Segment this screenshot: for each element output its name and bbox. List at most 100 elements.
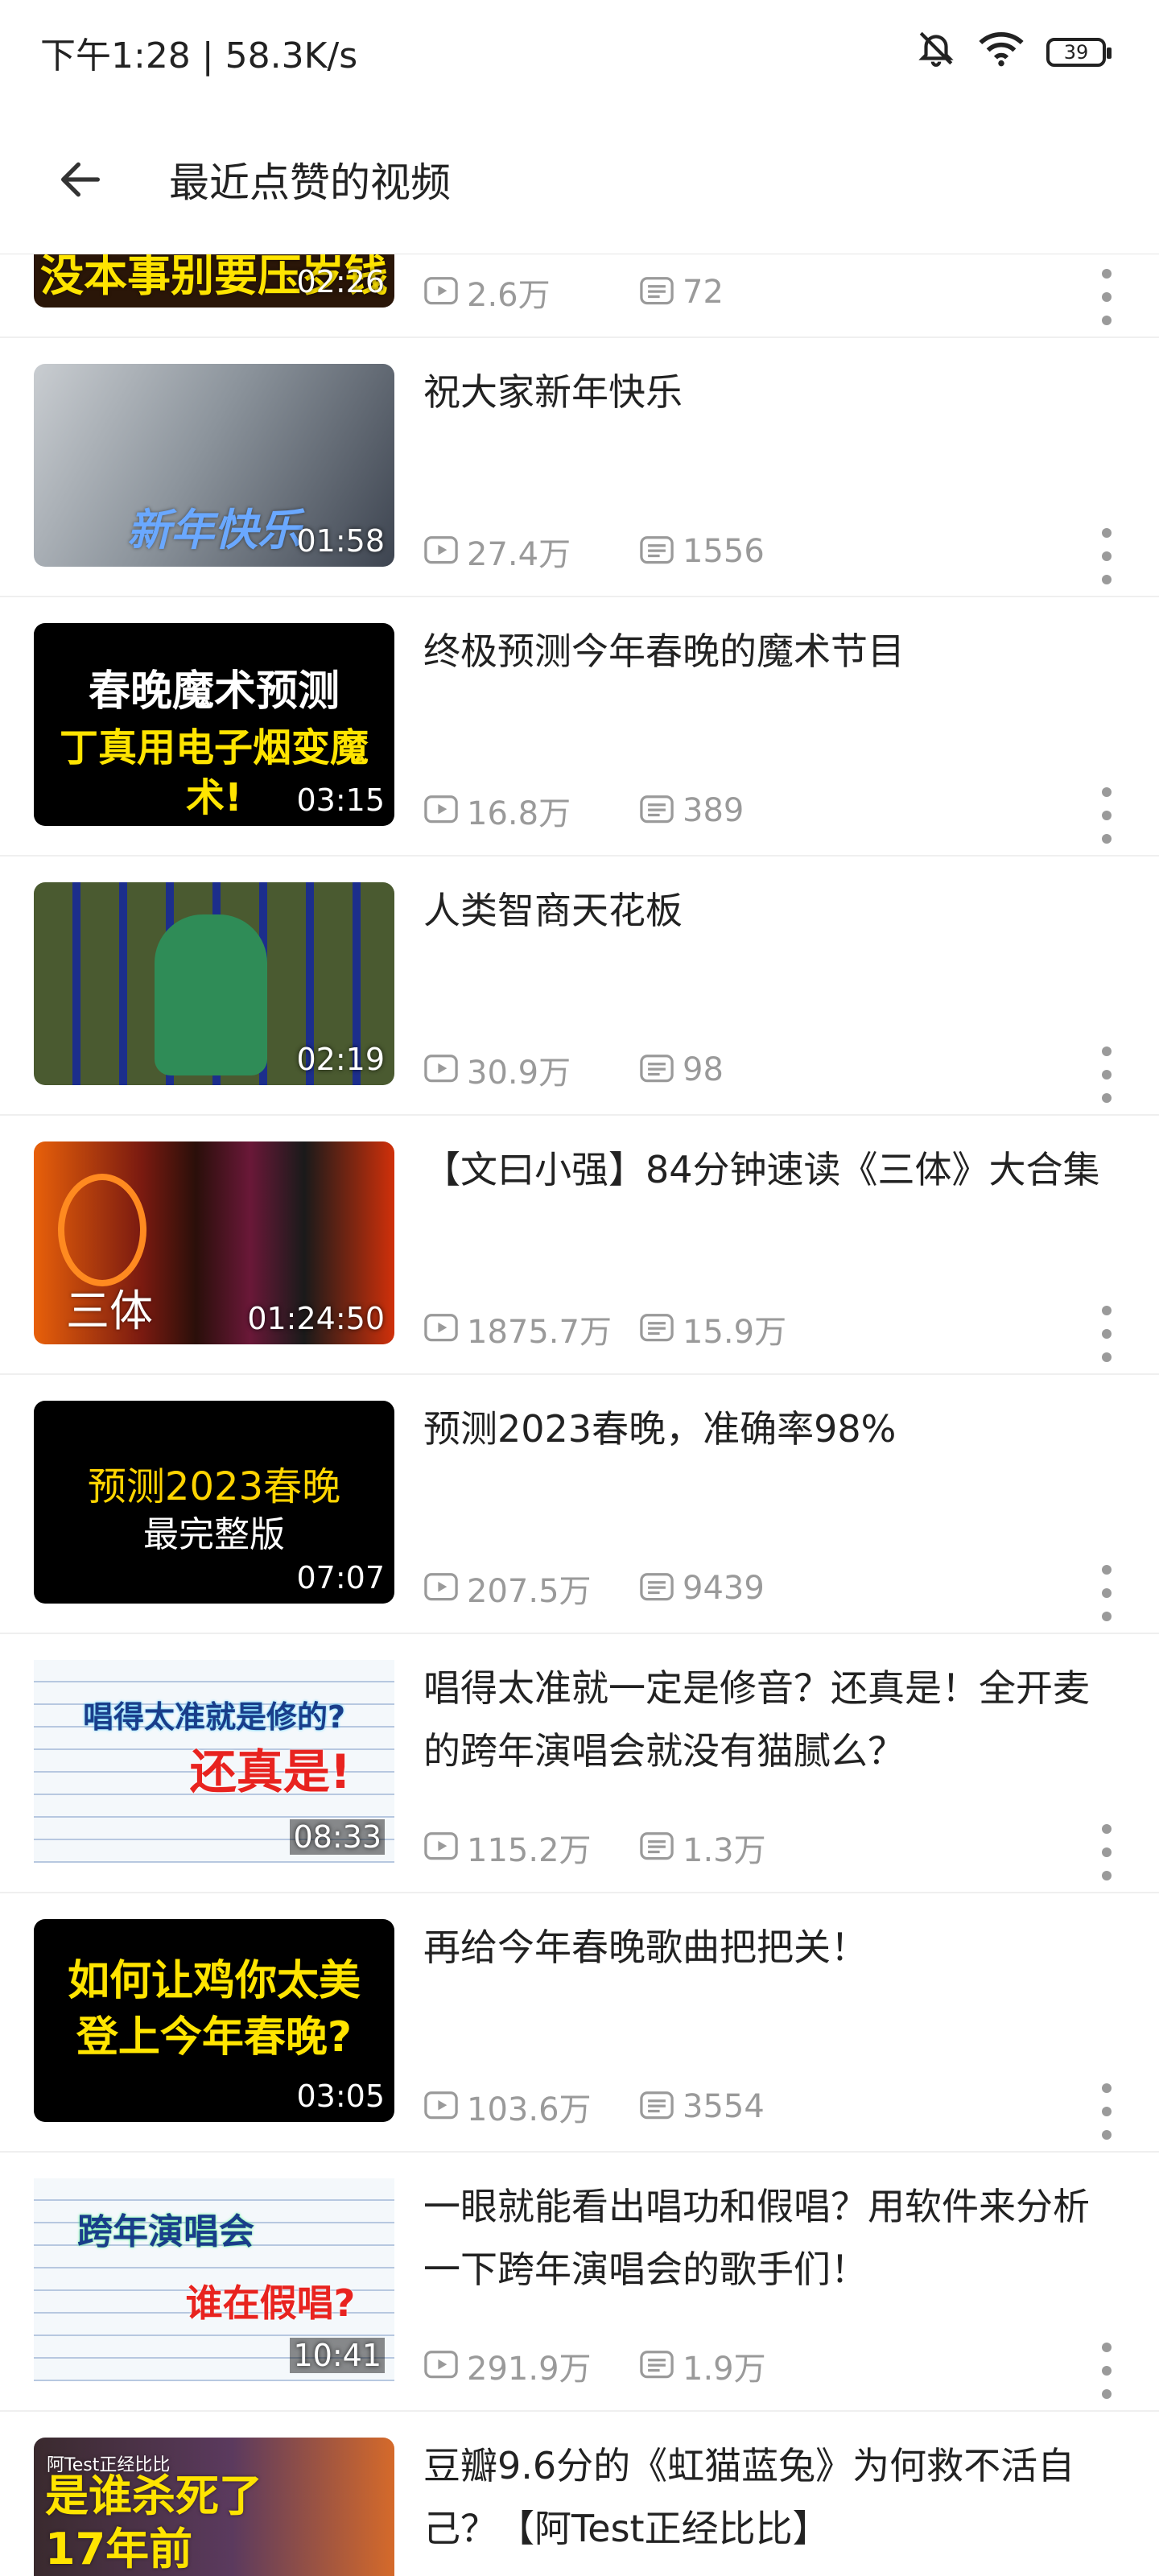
- comment-count: 72: [683, 274, 724, 311]
- more-options-icon[interactable]: [1095, 269, 1119, 325]
- list-item[interactable]: 没本事别要压岁钱 02:26 2.6万 72: [0, 254, 1159, 338]
- list-item[interactable]: 预测2023春晚 最完整版 07:07 预测2023春晚，准确率98% 207.…: [0, 1375, 1159, 1634]
- thumbnail-caption: 最完整版: [143, 1514, 285, 1555]
- play-count-icon: [424, 2091, 458, 2120]
- list-item[interactable]: 跨年演唱会 谁在假唱? 10:41 一眼就能看出唱功和假唱？用软件来分析一下跨年…: [0, 2153, 1159, 2412]
- comment-count: 98: [683, 1051, 724, 1088]
- view-count: 115.2万: [467, 1832, 592, 1869]
- thumbnail-caption: 预测2023春晚: [87, 1464, 341, 1509]
- video-title[interactable]: 一眼就能看出唱功和假唱？用软件来分析一下跨年演唱会的歌手们！: [423, 2175, 1116, 2301]
- list-item[interactable]: 阿Test正经比比 是谁杀死了 17年前 豆瓣9.6分的《虹猫蓝兔》为何救不活自…: [0, 2412, 1159, 2576]
- comment-count: 1556: [683, 533, 765, 570]
- view-count: 30.9万: [467, 1055, 571, 1092]
- more-options-icon[interactable]: [1095, 2083, 1119, 2140]
- video-thumbnail[interactable]: 春晚魔术预测 丁真用电子烟变魔术! 03:15: [34, 623, 394, 826]
- comment-count: 1.9万: [683, 2351, 766, 2388]
- comment-count-icon: [640, 1314, 674, 1342]
- video-title[interactable]: 豆瓣9.6分的《虹猫蓝兔》为何救不活自己？【阿Test正经比比】: [423, 2434, 1116, 2560]
- video-duration: 03:05: [296, 2079, 385, 2114]
- video-duration: 01:24:50: [247, 1301, 385, 1336]
- status-bar: 下午1:28 | 58.3K/s 39: [0, 0, 1159, 105]
- play-count-icon: [424, 1573, 458, 1601]
- video-duration: 08:33: [290, 1819, 385, 1855]
- more-options-icon[interactable]: [1095, 2343, 1119, 2399]
- video-thumbnail[interactable]: 新年快乐 01:58: [34, 364, 394, 567]
- video-stats: 2.6万 72: [423, 269, 724, 316]
- video-title[interactable]: 人类智商天花板: [423, 879, 1116, 942]
- video-thumbnail[interactable]: 跨年演唱会 谁在假唱? 10:41: [34, 2178, 394, 2381]
- more-options-icon[interactable]: [1095, 528, 1119, 584]
- video-title[interactable]: 终极预测今年春晚的魔术节目: [423, 620, 1116, 683]
- view-count: 27.4万: [467, 536, 571, 573]
- video-stats: 115.2万 1.3万: [423, 1824, 766, 1871]
- thumbnail-planet: [58, 1174, 146, 1286]
- bell-muted-icon: [916, 28, 956, 77]
- view-count: 207.5万: [467, 1573, 592, 1610]
- video-title[interactable]: 祝大家新年快乐: [423, 361, 1116, 423]
- video-thumbnail[interactable]: 阿Test正经比比 是谁杀死了 17年前: [34, 2438, 394, 2576]
- video-thumbnail[interactable]: 如何让鸡你太美 登上今年春晚? 03:05: [34, 1919, 394, 2122]
- video-stats: 30.9万 98: [423, 1046, 724, 1093]
- thumbnail-caption: 还真是!: [189, 1744, 352, 1799]
- video-thumbnail[interactable]: 预测2023春晚 最完整版 07:07: [34, 1401, 394, 1604]
- video-list[interactable]: 没本事别要压岁钱 02:26 2.6万 72 新年快乐 01:58 祝大家新年快…: [0, 254, 1159, 2576]
- thumbnail-figure: [155, 914, 267, 1075]
- video-stats: 103.6万 3554: [423, 2083, 765, 2130]
- play-count-icon: [424, 277, 458, 305]
- list-item[interactable]: 三体 01:24:50 【文曰小强】84分钟速读《三体》大合集 1875.7万 …: [0, 1116, 1159, 1375]
- comment-count: 15.9万: [683, 1314, 787, 1351]
- page-title: 最近点赞的视频: [169, 159, 451, 206]
- video-thumbnail[interactable]: 02:19: [34, 882, 394, 1085]
- video-stats: 16.8万 389: [423, 787, 744, 834]
- video-duration: 02:26: [296, 264, 385, 299]
- more-options-icon[interactable]: [1095, 1565, 1119, 1621]
- thumbnail-caption: 春晚魔术预测: [88, 667, 340, 716]
- view-count: 16.8万: [467, 795, 571, 832]
- video-stats: 291.9万 1.9万: [423, 2343, 766, 2389]
- video-title[interactable]: 预测2023春晚，准确率98%: [423, 1397, 1116, 1460]
- view-count: 291.9万: [467, 2351, 592, 2388]
- play-count-icon: [424, 1832, 458, 1860]
- view-count: 2.6万: [467, 277, 551, 314]
- view-count: 103.6万: [467, 2091, 592, 2128]
- video-title[interactable]: 再给今年春晚歌曲把把关！: [423, 1916, 1116, 1979]
- list-item[interactable]: 02:19 人类智商天花板 30.9万 98: [0, 857, 1159, 1116]
- comment-count: 3554: [683, 2088, 765, 2125]
- thumbnail-caption: 17年前: [45, 2524, 193, 2574]
- video-thumbnail[interactable]: 没本事别要压岁钱 02:26: [34, 254, 394, 308]
- more-options-icon[interactable]: [1095, 1824, 1119, 1880]
- video-duration: 10:41: [290, 2338, 385, 2373]
- video-duration: 03:15: [296, 782, 385, 818]
- back-arrow-icon[interactable]: [48, 147, 113, 212]
- video-thumbnail[interactable]: 三体 01:24:50: [34, 1141, 394, 1344]
- list-item[interactable]: 如何让鸡你太美 登上今年春晚? 03:05 再给今年春晚歌曲把把关！ 103.6…: [0, 1893, 1159, 2153]
- list-item[interactable]: 春晚魔术预测 丁真用电子烟变魔术! 03:15 终极预测今年春晚的魔术节目 16…: [0, 597, 1159, 857]
- thumbnail-caption: 谁在假唱?: [185, 2281, 356, 2325]
- comment-count-icon: [640, 1573, 674, 1601]
- more-options-icon[interactable]: [1095, 787, 1119, 844]
- video-thumbnail[interactable]: 唱得太准就是修的? 还真是! 08:33: [34, 1660, 394, 1863]
- battery-icon: 39: [1046, 38, 1112, 67]
- list-item[interactable]: 唱得太准就是修的? 还真是! 08:33 唱得太准就一定是修音？还真是！全开麦的…: [0, 1634, 1159, 1893]
- status-icons: 39: [916, 28, 1112, 77]
- thumbnail-caption: 跨年演唱会: [77, 2211, 254, 2252]
- thumbnail-caption: 登上今年春晚?: [76, 2013, 353, 2062]
- thumbnail-caption: 唱得太准就是修的?: [82, 1699, 346, 1735]
- video-title[interactable]: 【文曰小强】84分钟速读《三体》大合集: [423, 1138, 1116, 1201]
- comment-count: 9439: [683, 1570, 765, 1607]
- list-item[interactable]: 新年快乐 01:58 祝大家新年快乐 27.4万 1556: [0, 338, 1159, 597]
- more-options-icon[interactable]: [1095, 1046, 1119, 1103]
- comment-count: 1.3万: [683, 1832, 766, 1869]
- status-time: 下午1:28 | 58.3K/s: [40, 35, 358, 76]
- play-count-icon: [424, 1055, 458, 1083]
- comment-count-icon: [640, 1832, 674, 1860]
- more-options-icon[interactable]: [1095, 1306, 1119, 1362]
- video-duration: 02:19: [296, 1042, 385, 1077]
- video-duration: 01:58: [296, 523, 385, 559]
- video-stats: 27.4万 1556: [423, 528, 765, 575]
- video-title[interactable]: 唱得太准就一定是修音？还真是！全开麦的跨年演唱会就没有猫腻么？: [423, 1657, 1116, 1782]
- comment-count-icon: [640, 277, 674, 305]
- comment-count-icon: [640, 795, 674, 824]
- comment-count: 389: [683, 792, 744, 829]
- video-stats: 207.5万 9439: [423, 1565, 765, 1612]
